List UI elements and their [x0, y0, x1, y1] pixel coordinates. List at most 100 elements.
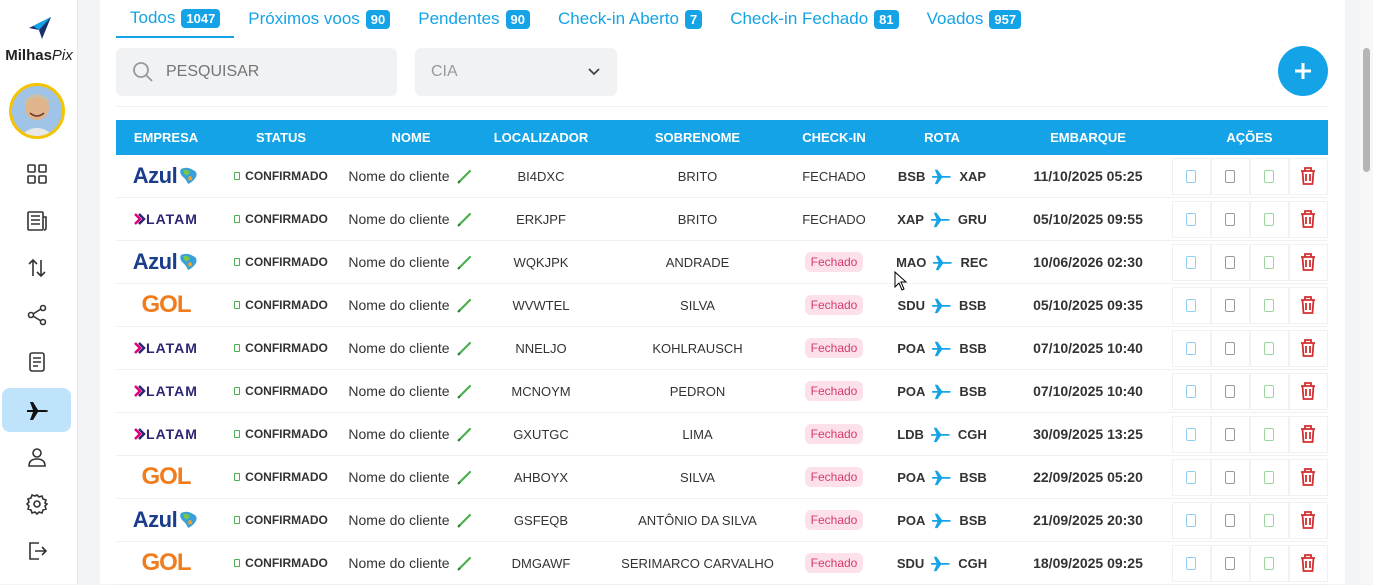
action-whatsapp-button[interactable] — [1249, 501, 1289, 539]
action-view-button[interactable] — [1210, 157, 1250, 195]
action-copy-button[interactable] — [1171, 372, 1211, 410]
header-checkin[interactable]: CHECK-IN — [789, 130, 879, 145]
action-copy-button[interactable] — [1171, 200, 1211, 238]
header-status[interactable]: STATUS — [216, 130, 346, 145]
localizador-cell: AHBOYX — [513, 469, 569, 485]
edit-icon[interactable] — [456, 253, 474, 271]
action-delete-button[interactable] — [1288, 200, 1328, 238]
action-copy-button[interactable] — [1171, 501, 1211, 539]
copy-icon — [1186, 298, 1196, 312]
edit-icon[interactable] — [456, 210, 474, 228]
sobrenome-cell: LIMA — [682, 426, 713, 442]
route-destination: XAP — [959, 168, 987, 184]
nav-documents[interactable] — [2, 340, 71, 384]
avatar[interactable] — [9, 83, 65, 139]
action-copy-button[interactable] — [1171, 286, 1211, 324]
action-whatsapp-button[interactable] — [1249, 415, 1289, 453]
action-whatsapp-button[interactable] — [1249, 157, 1289, 195]
nav-share[interactable] — [2, 293, 71, 337]
action-delete-button[interactable] — [1288, 157, 1328, 195]
edit-icon[interactable] — [456, 167, 474, 185]
action-copy-button[interactable] — [1171, 329, 1211, 367]
tab-label: Voados — [926, 9, 984, 28]
action-whatsapp-button[interactable] — [1249, 458, 1289, 496]
scrollbar[interactable] — [1360, 0, 1373, 584]
edit-icon[interactable] — [456, 554, 474, 572]
checkin-cell: FECHADO — [789, 212, 879, 227]
action-delete-button[interactable] — [1288, 458, 1328, 496]
route-destination: REC — [960, 254, 988, 270]
tab-proximos-voos[interactable]: Próximos voos 90 — [234, 0, 404, 38]
airline-logo-latam: LATAM — [146, 426, 198, 442]
action-view-button[interactable] — [1210, 286, 1250, 324]
checkin-cell: Fechado — [789, 424, 879, 444]
action-view-button[interactable] — [1210, 372, 1250, 410]
action-delete-button[interactable] — [1288, 544, 1328, 582]
nav-dashboard[interactable] — [2, 152, 71, 196]
nav-transfer[interactable] — [2, 246, 71, 290]
action-delete-button[interactable] — [1288, 415, 1328, 453]
tab-todos[interactable]: Todos 1047 — [116, 0, 235, 38]
action-view-button[interactable] — [1210, 415, 1250, 453]
action-whatsapp-button[interactable] — [1249, 200, 1289, 238]
action-copy-button[interactable] — [1171, 243, 1211, 281]
empresa-cell: Azul — [116, 249, 216, 275]
tab-pendentes[interactable]: Pendentes 90 — [404, 0, 544, 38]
edit-icon[interactable] — [456, 511, 474, 529]
header-localizador[interactable]: LOCALIZADOR — [476, 130, 606, 145]
tab-voados[interactable]: Voados 957 — [913, 0, 1035, 38]
action-delete-button[interactable] — [1288, 329, 1328, 367]
nav-news[interactable] — [2, 199, 71, 243]
header-nome[interactable]: NOME — [346, 130, 476, 145]
header-rota[interactable]: ROTA — [879, 130, 1005, 145]
action-view-button[interactable] — [1210, 501, 1250, 539]
action-copy-button[interactable] — [1171, 415, 1211, 453]
tab-checkin-aberto[interactable]: Check-in Aberto 7 — [544, 0, 716, 38]
edit-icon[interactable] — [456, 425, 474, 443]
action-whatsapp-button[interactable] — [1249, 544, 1289, 582]
localizador-cell: WQKJPK — [513, 254, 569, 270]
trash-icon — [1301, 296, 1315, 314]
action-view-button[interactable] — [1210, 544, 1250, 582]
action-delete-button[interactable] — [1288, 501, 1328, 539]
edit-icon[interactable] — [456, 296, 474, 314]
cia-select[interactable]: CIA — [415, 48, 617, 96]
action-view-button[interactable] — [1210, 200, 1250, 238]
action-whatsapp-button[interactable] — [1249, 286, 1289, 324]
edit-icon[interactable] — [456, 382, 474, 400]
edit-icon[interactable] — [456, 468, 474, 486]
action-view-button[interactable] — [1210, 329, 1250, 367]
whatsapp-icon — [1264, 255, 1274, 269]
action-delete-button[interactable] — [1288, 286, 1328, 324]
route-destination: GRU — [957, 211, 987, 227]
app-logo[interactable]: MilhasPix — [0, 14, 78, 64]
search-input[interactable] — [166, 63, 366, 81]
nav-flights[interactable] — [2, 388, 71, 432]
header-empresa[interactable]: EMPRESA — [116, 130, 216, 145]
add-booking-button[interactable] — [1278, 46, 1328, 96]
action-view-button[interactable] — [1210, 458, 1250, 496]
route-origin: MAO — [896, 254, 927, 270]
action-copy-button[interactable] — [1171, 458, 1211, 496]
action-copy-button[interactable] — [1171, 157, 1211, 195]
localizador-cell: GXUTGC — [513, 426, 569, 442]
empresa-cell: LATAM — [116, 340, 216, 356]
tab-checkin-fechado[interactable]: Check-in Fechado 81 — [716, 0, 912, 38]
copy-icon — [1186, 169, 1196, 183]
action-whatsapp-button[interactable] — [1249, 372, 1289, 410]
tab-count-badge: 90 — [365, 9, 391, 29]
nav-settings[interactable] — [2, 482, 71, 526]
nav-logout[interactable] — [2, 529, 71, 573]
action-whatsapp-button[interactable] — [1249, 243, 1289, 281]
edit-icon[interactable] — [456, 339, 474, 357]
trash-icon — [1301, 511, 1315, 529]
header-sobrenome[interactable]: SOBRENOME — [606, 130, 789, 145]
action-whatsapp-button[interactable] — [1249, 329, 1289, 367]
header-embarque[interactable]: EMBARQUE — [1005, 130, 1171, 145]
action-view-button[interactable] — [1210, 243, 1250, 281]
nav-user[interactable] — [2, 435, 71, 479]
action-delete-button[interactable] — [1288, 372, 1328, 410]
action-delete-button[interactable] — [1288, 243, 1328, 281]
scrollbar-thumb[interactable] — [1363, 48, 1370, 172]
action-copy-button[interactable] — [1171, 544, 1211, 582]
